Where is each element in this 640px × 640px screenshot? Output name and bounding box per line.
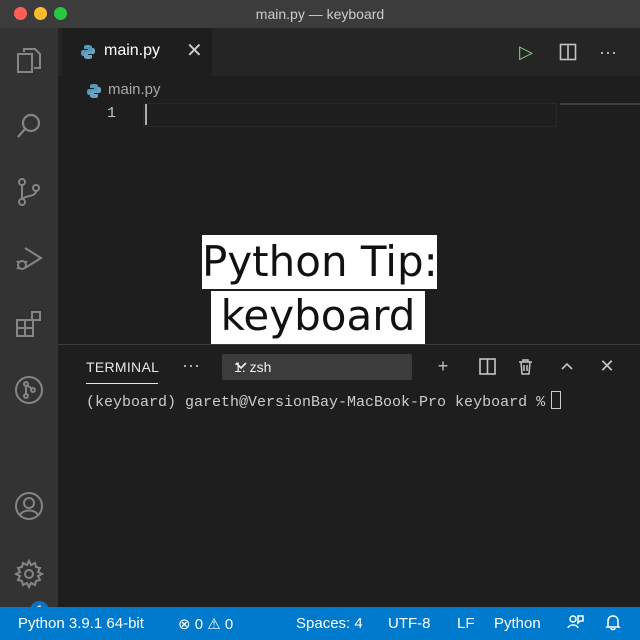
settings-gear-icon[interactable] xyxy=(11,556,47,592)
warning-icon: ⚠ xyxy=(207,616,221,633)
terminal-output[interactable]: (keyboard) gareth@VersionBay-MacBook-Pro… xyxy=(86,391,562,411)
run-debug-icon[interactable] xyxy=(11,240,47,276)
terminal-cursor xyxy=(551,391,562,409)
tab-terminal[interactable]: TERMINAL xyxy=(86,359,159,375)
terminal-panel: TERMINAL ··· 1: zsh + ✕ (keyboard) garet… xyxy=(58,344,640,608)
tab-main-py[interactable]: main.py ✕ xyxy=(62,28,212,76)
python-file-icon xyxy=(81,45,95,59)
overlay-title-line1: Python Tip: xyxy=(202,235,438,289)
current-line-highlight[interactable] xyxy=(143,103,557,127)
notifications-bell-icon[interactable] xyxy=(604,613,622,635)
title-bar: main.py — keyboard xyxy=(0,0,640,28)
problems-status[interactable]: ⊗ 0 ⚠ 0 xyxy=(178,615,233,633)
panel-more-button[interactable]: ··· xyxy=(182,355,200,376)
maximize-panel-icon[interactable] xyxy=(556,355,578,377)
split-editor-icon[interactable] xyxy=(556,40,580,64)
trash-icon[interactable] xyxy=(514,355,536,377)
minimap-slider[interactable] xyxy=(560,103,640,105)
tab-label: main.py xyxy=(104,42,161,59)
extensions-icon[interactable] xyxy=(11,306,47,342)
run-python-file-button[interactable]: ▷ xyxy=(514,40,538,64)
close-panel-button[interactable]: ✕ xyxy=(596,355,618,377)
overlay-title-line2: keyboard xyxy=(211,291,425,345)
error-count: 0 xyxy=(194,616,204,633)
more-actions-button[interactable]: ··· xyxy=(596,40,620,64)
new-terminal-button[interactable]: + xyxy=(432,355,454,377)
language-mode-status[interactable]: Python xyxy=(494,615,541,632)
python-file-icon xyxy=(87,84,101,98)
warning-count: 0 xyxy=(224,616,234,633)
eol-status[interactable]: LF xyxy=(457,615,475,632)
active-tab-indicator xyxy=(86,383,158,384)
status-bar: Python 3.9.1 64-bit ⊗ 0 ⚠ 0 Spaces: 4 UT… xyxy=(0,607,640,640)
chevron-down-icon xyxy=(234,358,402,375)
search-icon[interactable] xyxy=(11,108,47,144)
terminal-select[interactable]: 1: zsh xyxy=(222,354,412,380)
feedback-icon[interactable] xyxy=(566,613,584,635)
indentation-status[interactable]: Spaces: 4 xyxy=(296,615,363,632)
source-control-icon[interactable] xyxy=(11,174,47,210)
line-number: 1 xyxy=(106,105,116,122)
error-icon: ⊗ xyxy=(178,616,191,633)
window-title: main.py — keyboard xyxy=(255,6,385,22)
activity-bar: 1 xyxy=(0,28,58,620)
python-interpreter-status[interactable]: Python 3.9.1 64-bit xyxy=(18,615,144,632)
encoding-status[interactable]: UTF-8 xyxy=(388,615,431,632)
breadcrumb-file[interactable]: main.py xyxy=(108,81,161,98)
text-cursor xyxy=(145,104,147,125)
account-icon[interactable] xyxy=(11,488,47,524)
git-graph-icon[interactable] xyxy=(11,372,47,408)
files-icon[interactable] xyxy=(11,42,47,78)
close-tab-icon[interactable]: ✕ xyxy=(186,40,203,62)
split-terminal-icon[interactable] xyxy=(476,355,498,377)
terminal-prompt: (keyboard) gareth@VersionBay-MacBook-Pro… xyxy=(86,394,546,411)
editor-tab-bar: main.py ✕ ▷ ··· xyxy=(58,28,640,76)
